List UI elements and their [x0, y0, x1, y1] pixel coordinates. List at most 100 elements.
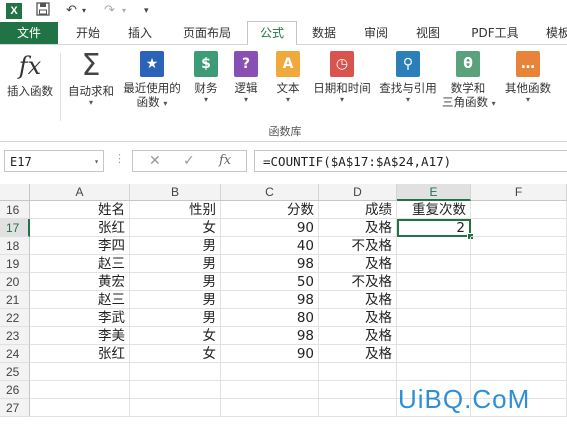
table-cell[interactable]: 女 — [130, 219, 221, 237]
table-cell[interactable]: 性别 — [130, 201, 221, 219]
table-cell[interactable]: 分数 — [221, 201, 319, 219]
column-header-a[interactable]: A — [30, 184, 130, 201]
table-cell[interactable] — [30, 363, 130, 381]
table-cell[interactable]: 男 — [130, 237, 221, 255]
table-cell[interactable] — [471, 273, 567, 291]
logical-button[interactable]: ? 逻辑 ▾ — [228, 51, 264, 105]
table-cell[interactable] — [471, 291, 567, 309]
table-cell[interactable] — [471, 219, 567, 237]
undo-icon[interactable]: ↶ — [66, 2, 77, 20]
table-cell[interactable] — [397, 363, 471, 381]
table-cell[interactable] — [471, 363, 567, 381]
tab-view[interactable]: 视图 — [406, 22, 450, 44]
tab-pdf-tools[interactable]: PDF工具 — [460, 22, 530, 44]
table-cell[interactable]: 98 — [221, 327, 319, 345]
table-cell[interactable]: 李武 — [30, 309, 130, 327]
row-header[interactable]: 20 — [0, 273, 30, 291]
table-cell[interactable]: 女 — [130, 327, 221, 345]
chevron-down-icon[interactable]: ▾ — [94, 151, 99, 173]
insert-function-button[interactable]: fx 插入函数 — [4, 51, 56, 98]
table-cell[interactable] — [221, 363, 319, 381]
row-header[interactable]: 21 — [0, 291, 30, 309]
table-cell[interactable] — [319, 363, 397, 381]
table-cell[interactable] — [397, 237, 471, 255]
formula-input[interactable]: =COUNTIF($A$17:$A$24,A17) — [254, 150, 567, 172]
table-cell[interactable]: 98 — [221, 291, 319, 309]
table-cell[interactable]: 男 — [130, 291, 221, 309]
row-header[interactable]: 17 — [0, 219, 30, 237]
resize-handle-icon[interactable]: ⋮ — [114, 152, 125, 165]
table-cell[interactable] — [471, 201, 567, 219]
table-cell[interactable]: 重复次数 — [397, 201, 471, 219]
financial-button[interactable]: $ 财务 ▾ — [188, 51, 224, 105]
table-cell[interactable]: 黄宏 — [30, 273, 130, 291]
math-trig-button[interactable]: θ 数学和 三角函数 ▾ — [442, 51, 496, 109]
table-cell[interactable] — [221, 399, 319, 417]
table-cell[interactable]: 李美 — [30, 327, 130, 345]
text-button[interactable]: A 文本 ▾ — [270, 51, 306, 105]
table-cell[interactable] — [130, 381, 221, 399]
table-cell[interactable]: 姓名 — [30, 201, 130, 219]
table-cell[interactable]: 40 — [221, 237, 319, 255]
tab-insert[interactable]: 插入 — [118, 22, 162, 44]
table-cell[interactable]: 及格 — [319, 291, 397, 309]
date-time-button[interactable]: ◷ 日期和时间 ▾ — [310, 51, 374, 105]
table-cell[interactable] — [319, 381, 397, 399]
table-cell[interactable]: 98 — [221, 255, 319, 273]
table-cell[interactable] — [471, 255, 567, 273]
table-cell[interactable] — [30, 399, 130, 417]
table-cell[interactable]: 男 — [130, 273, 221, 291]
tab-file[interactable]: 文件 — [0, 22, 58, 44]
tab-page-layout[interactable]: 页面布局 — [172, 22, 242, 44]
table-cell[interactable]: 及格 — [319, 327, 397, 345]
table-cell[interactable]: 80 — [221, 309, 319, 327]
table-cell[interactable] — [471, 237, 567, 255]
tab-formulas[interactable]: 公式 — [247, 21, 297, 46]
table-cell[interactable] — [30, 381, 130, 399]
row-header[interactable]: 19 — [0, 255, 30, 273]
name-box[interactable]: E17 ▾ — [4, 150, 104, 172]
tab-templates[interactable]: 模板 — [538, 22, 567, 44]
row-header[interactable]: 23 — [0, 327, 30, 345]
row-header[interactable]: 16 — [0, 201, 30, 219]
table-cell[interactable]: 李四 — [30, 237, 130, 255]
table-cell[interactable] — [130, 399, 221, 417]
confirm-icon[interactable]: ✓ — [183, 153, 195, 169]
table-cell[interactable]: 及格 — [319, 345, 397, 363]
select-all-corner[interactable] — [0, 184, 30, 201]
column-header-f[interactable]: F — [471, 184, 567, 201]
table-cell[interactable]: 不及格 — [319, 237, 397, 255]
redo-dropdown-icon[interactable]: ▾ — [122, 2, 126, 20]
insert-function-icon[interactable]: fx — [219, 153, 231, 168]
table-cell[interactable] — [397, 345, 471, 363]
table-cell[interactable]: 张红 — [30, 219, 130, 237]
table-cell[interactable] — [221, 381, 319, 399]
table-cell[interactable]: 90 — [221, 345, 319, 363]
table-cell[interactable]: 及格 — [319, 219, 397, 237]
more-functions-button[interactable]: … 其他函数 ▾ — [500, 51, 556, 105]
tab-home[interactable]: 开始 — [66, 22, 110, 44]
table-cell[interactable]: 男 — [130, 255, 221, 273]
table-cell[interactable]: 不及格 — [319, 273, 397, 291]
table-cell[interactable] — [130, 363, 221, 381]
table-cell[interactable] — [471, 309, 567, 327]
column-header-b[interactable]: B — [130, 184, 221, 201]
column-header-c[interactable]: C — [221, 184, 319, 201]
table-cell[interactable]: 及格 — [319, 309, 397, 327]
table-cell[interactable] — [397, 291, 471, 309]
undo-dropdown-icon[interactable]: ▾ — [82, 2, 86, 20]
active-cell[interactable]: 2 — [397, 219, 471, 237]
row-header[interactable]: 27 — [0, 399, 30, 417]
table-cell[interactable]: 90 — [221, 219, 319, 237]
table-cell[interactable] — [397, 273, 471, 291]
table-cell[interactable] — [471, 345, 567, 363]
row-header[interactable]: 22 — [0, 309, 30, 327]
row-header[interactable]: 18 — [0, 237, 30, 255]
lookup-reference-button[interactable]: ⚲ 查找与引用 ▾ — [376, 51, 440, 105]
recently-used-button[interactable]: ★ 最近使用的 函数 ▾ — [120, 51, 184, 109]
column-header-d[interactable]: D — [319, 184, 397, 201]
table-cell[interactable]: 张红 — [30, 345, 130, 363]
customize-toolbar-icon[interactable]: ▾ — [144, 2, 149, 20]
column-header-e[interactable]: E — [397, 184, 471, 201]
save-icon[interactable] — [36, 2, 50, 22]
